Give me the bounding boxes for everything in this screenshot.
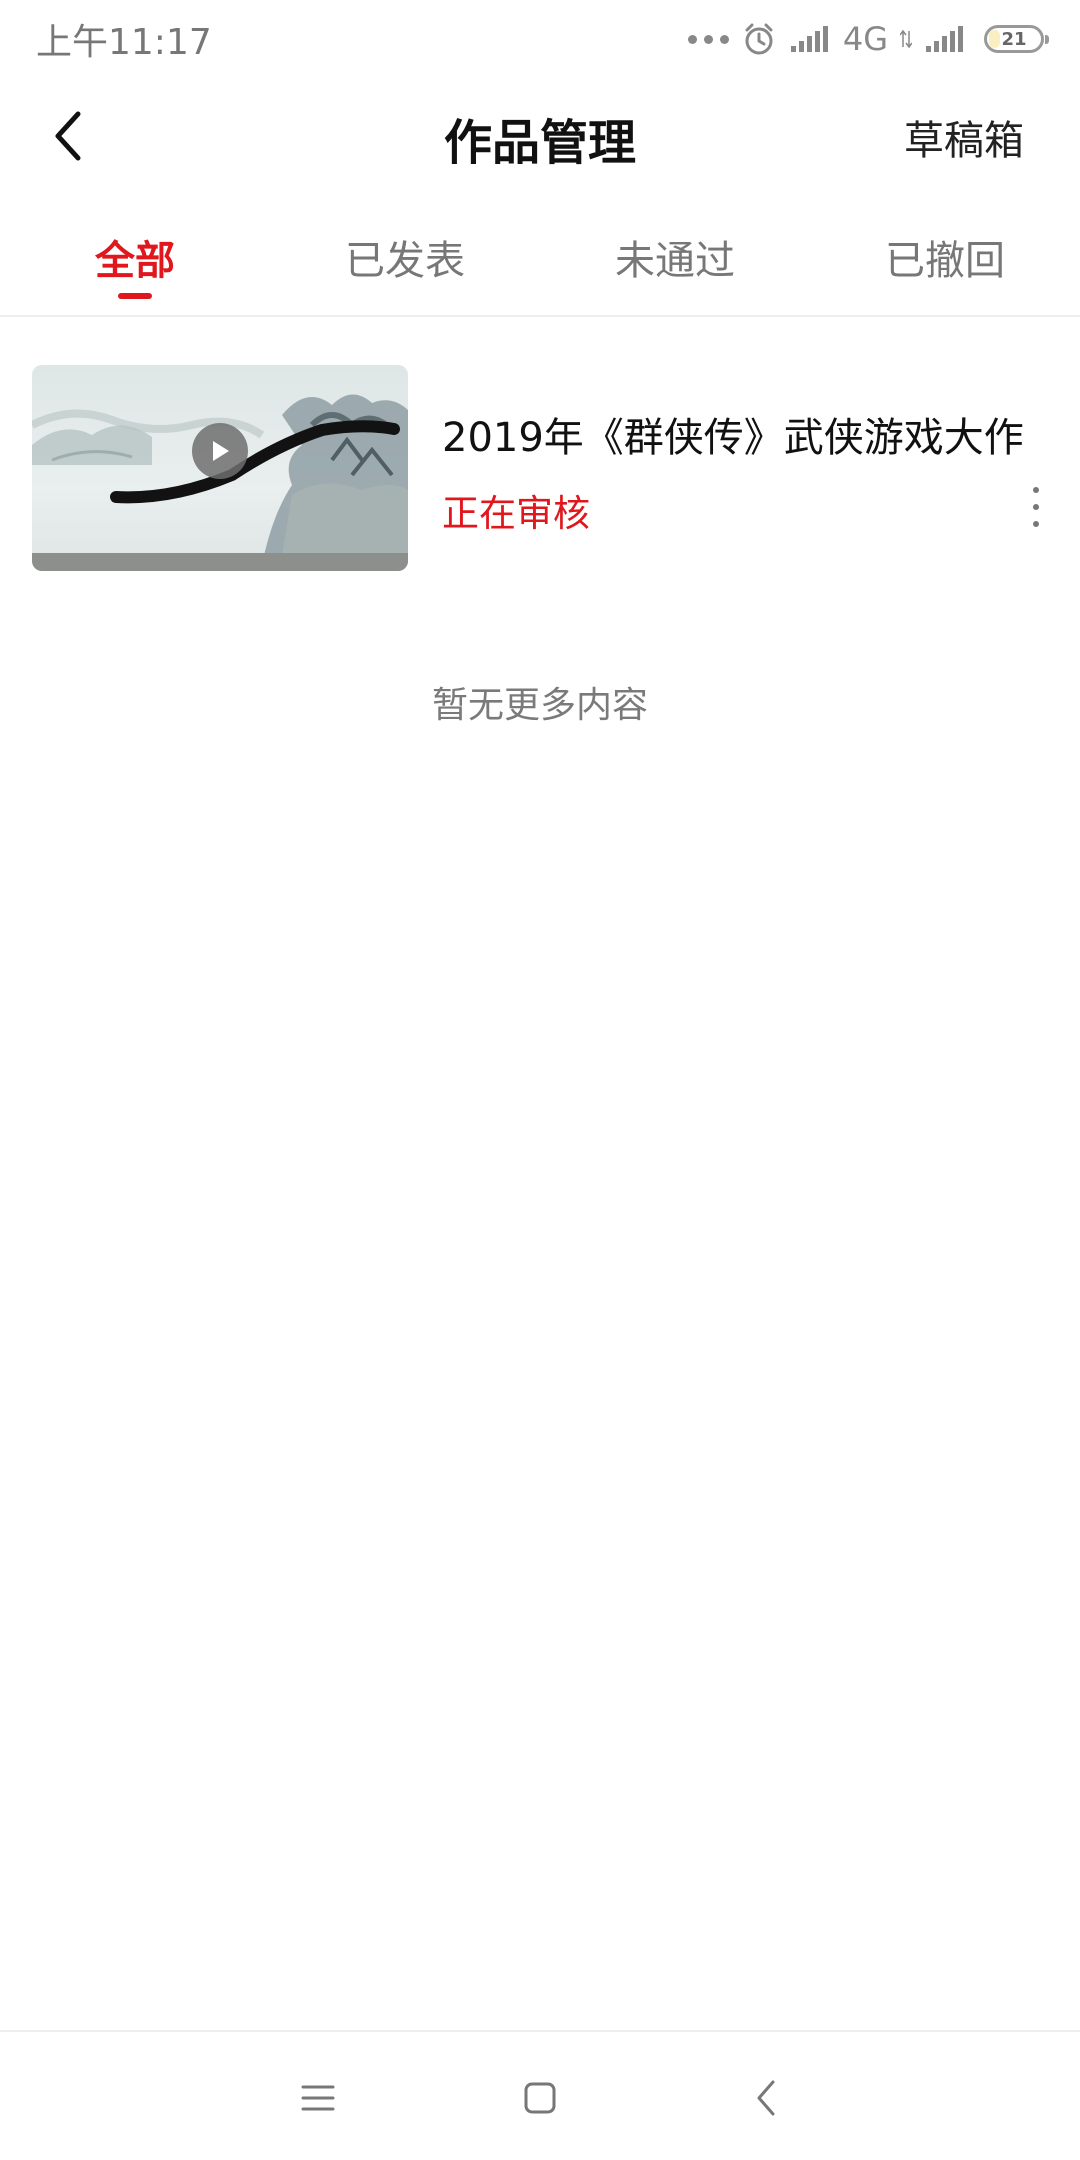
alarm-icon: [745, 23, 773, 55]
back-icon: [757, 2080, 775, 2116]
network-type: 4G: [842, 20, 888, 58]
video-thumbnail[interactable]: [32, 365, 408, 571]
no-more-content-text: 暂无更多内容: [431, 685, 648, 726]
tab-label: 已发表: [345, 238, 465, 284]
more-options-button[interactable]: [1024, 487, 1048, 527]
home-square-icon: [524, 2082, 556, 2114]
system-back-button[interactable]: [742, 2074, 790, 2122]
more-notifications-icon: [687, 34, 729, 44]
active-tab-indicator: [118, 293, 152, 299]
tab-published[interactable]: 已发表: [270, 205, 540, 315]
filter-tabs: 全部 已发表 未通过 已撤回: [0, 205, 1080, 317]
battery-fill: [989, 30, 1000, 48]
system-nav-bar: [0, 2030, 1080, 2160]
menu-icon: [301, 2085, 335, 2111]
screen: 上午11:17 4G 21 作品管理 草稿箱 全部 已发表 未通过 已撤回 20…: [0, 0, 1080, 2160]
work-status: 正在审核: [442, 492, 590, 535]
tab-withdrawn[interactable]: 已撤回: [810, 205, 1080, 315]
battery-level: 21: [1001, 28, 1027, 50]
drafts-button[interactable]: 草稿箱: [904, 108, 1024, 166]
more-dot: [1033, 521, 1039, 527]
more-dot: [1033, 504, 1039, 510]
tab-rejected[interactable]: 未通过: [540, 205, 810, 315]
tab-label: 已撤回: [885, 238, 1005, 284]
more-dot: [1033, 487, 1039, 493]
data-arrows-icon: [900, 29, 912, 49]
work-title[interactable]: 2019年《群侠传》武侠游戏大作: [442, 405, 1024, 463]
home-button[interactable]: [516, 2074, 564, 2122]
play-button[interactable]: [192, 423, 248, 479]
tab-label: 全部: [95, 238, 175, 284]
status-icons: 4G 21: [687, 20, 1049, 58]
menu-button[interactable]: [294, 2074, 342, 2122]
play-icon: [213, 441, 229, 461]
thumbnail-progress-bar: [32, 553, 408, 571]
back-button[interactable]: [36, 104, 100, 168]
work-list-item[interactable]: 2019年《群侠传》武侠游戏大作 正在审核: [32, 365, 1048, 573]
status-bar: 上午11:17 4G 21: [0, 0, 1080, 78]
work-info: 2019年《群侠传》武侠游戏大作 正在审核: [408, 365, 1048, 573]
tab-label: 未通过: [615, 238, 735, 284]
status-time: 上午11:17: [36, 22, 212, 63]
signal-icon: [790, 26, 828, 52]
signal-icon-2: [926, 26, 963, 52]
app-header: 作品管理 草稿箱: [0, 78, 1080, 198]
page-title: 作品管理: [443, 115, 636, 171]
battery-icon: 21: [984, 25, 1049, 53]
tab-all[interactable]: 全部: [0, 205, 270, 315]
chevron-left-icon: [55, 111, 81, 161]
